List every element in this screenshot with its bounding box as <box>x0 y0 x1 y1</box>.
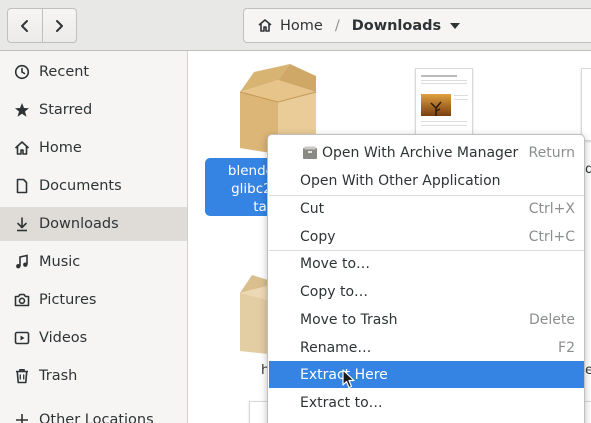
sidebar-item-starred[interactable]: Starred <box>0 93 187 127</box>
sidebar-item-documents[interactable]: Documents <box>0 169 187 203</box>
sidebar-item-label: Recent <box>39 64 90 80</box>
menu-item-label: Copy to… <box>300 283 369 300</box>
camera-icon <box>13 291 31 309</box>
sidebar-item-pictures[interactable]: Pictures <box>0 283 187 317</box>
breadcrumb-home-label: Home <box>280 17 323 34</box>
menu-item-label: Cut <box>300 200 325 217</box>
sidebar-item-recent[interactable]: Recent <box>0 55 187 89</box>
clock-icon <box>13 63 31 81</box>
download-icon <box>13 215 31 233</box>
forward-button[interactable] <box>41 9 77 42</box>
breadcrumb: Home / Downloads <box>243 8 591 43</box>
sidebar-item-videos[interactable]: Videos <box>0 321 187 355</box>
sidebar-item-label: Videos <box>39 330 88 346</box>
back-button[interactable] <box>8 9 42 42</box>
menu-item-move-to[interactable]: Move to… <box>269 250 584 277</box>
document-thumbnail[interactable] <box>581 68 591 141</box>
header-bar: Home / Downloads <box>0 0 591 51</box>
menu-item-rename[interactable]: Rename… F2 <box>269 334 584 361</box>
sidebar-item-music[interactable]: Music <box>0 245 187 279</box>
mouse-cursor-icon <box>342 369 355 389</box>
menu-item-open-with-other-application[interactable]: Open With Other Application <box>269 167 584 194</box>
breadcrumb-home[interactable]: Home <box>244 9 323 42</box>
menu-item-copy-to[interactable]: Copy to… <box>269 278 584 305</box>
sidebar-item-label: Home <box>39 140 82 156</box>
sidebar-item-label: Documents <box>39 178 122 194</box>
video-icon <box>13 329 31 347</box>
file-name-partial: d <box>585 161 591 177</box>
sidebar-item-home[interactable]: Home <box>0 131 187 165</box>
sidebar-item-trash[interactable]: Trash <box>0 359 187 393</box>
star-icon <box>13 101 31 119</box>
menu-item-extract-here[interactable]: Extract Here <box>269 361 584 388</box>
menu-item-copy[interactable]: Copy Ctrl+C <box>269 223 584 250</box>
menu-item-label: Extract to… <box>300 394 383 411</box>
sidebar-item-label: Pictures <box>39 292 97 308</box>
document-thumbnail[interactable] <box>415 68 473 141</box>
chevron-right-icon <box>56 19 64 32</box>
sidebar-item-label: Downloads <box>39 216 119 232</box>
context-menu: Open With Archive Manager Return Open Wi… <box>267 134 585 423</box>
menu-item-label: Rename… <box>300 339 372 356</box>
sidebar-item-label: Music <box>39 254 81 270</box>
breadcrumb-current-label: Downloads <box>351 17 442 34</box>
sidebar-item-other-locations[interactable]: Other Locations <box>0 403 187 423</box>
music-icon <box>13 253 31 271</box>
menu-item-label: Move to Trash <box>300 311 398 328</box>
menu-item-extract-to[interactable]: Extract to… <box>269 389 584 416</box>
menu-item-label: Copy <box>300 228 336 245</box>
menu-item-cut[interactable]: Cut Ctrl+X <box>269 195 584 222</box>
breadcrumb-separator: / <box>334 17 340 34</box>
file-name-partial: e <box>585 362 591 378</box>
sidebar-item-label: Other Locations <box>39 412 154 423</box>
archive-manager-icon <box>303 146 317 159</box>
trash-icon <box>13 367 31 385</box>
menu-item-shortcut: Ctrl+X <box>528 200 575 217</box>
breadcrumb-current[interactable]: Downloads <box>351 9 461 42</box>
menu-item-shortcut: F2 <box>558 339 575 356</box>
sidebar-item-downloads[interactable]: Downloads <box>0 207 187 241</box>
home-icon <box>258 19 272 32</box>
home-icon <box>13 139 31 157</box>
menu-item-move-to-trash[interactable]: Move to Trash Delete <box>269 306 584 333</box>
menu-item-shortcut: Ctrl+C <box>528 228 575 245</box>
dropdown-arrow-icon <box>450 22 461 29</box>
chevron-left-icon <box>20 19 28 32</box>
menu-item-label: Move to… <box>300 255 371 272</box>
menu-item-shortcut: Return <box>528 144 575 161</box>
plus-icon <box>13 411 31 423</box>
navigation-buttons <box>7 8 77 43</box>
menu-item-shortcut: Delete <box>529 311 575 328</box>
sidebar-item-label: Starred <box>39 102 93 118</box>
sidebar-item-label: Trash <box>39 368 78 384</box>
menu-item-label: Open With Archive Manager <box>322 144 519 161</box>
menu-item-open-with-archive-manager[interactable]: Open With Archive Manager Return <box>269 139 584 166</box>
document-icon <box>13 177 31 195</box>
sidebar: Recent Starred Home Documents Downloads … <box>0 51 188 423</box>
menu-item-label: Open With Other Application <box>300 172 501 189</box>
